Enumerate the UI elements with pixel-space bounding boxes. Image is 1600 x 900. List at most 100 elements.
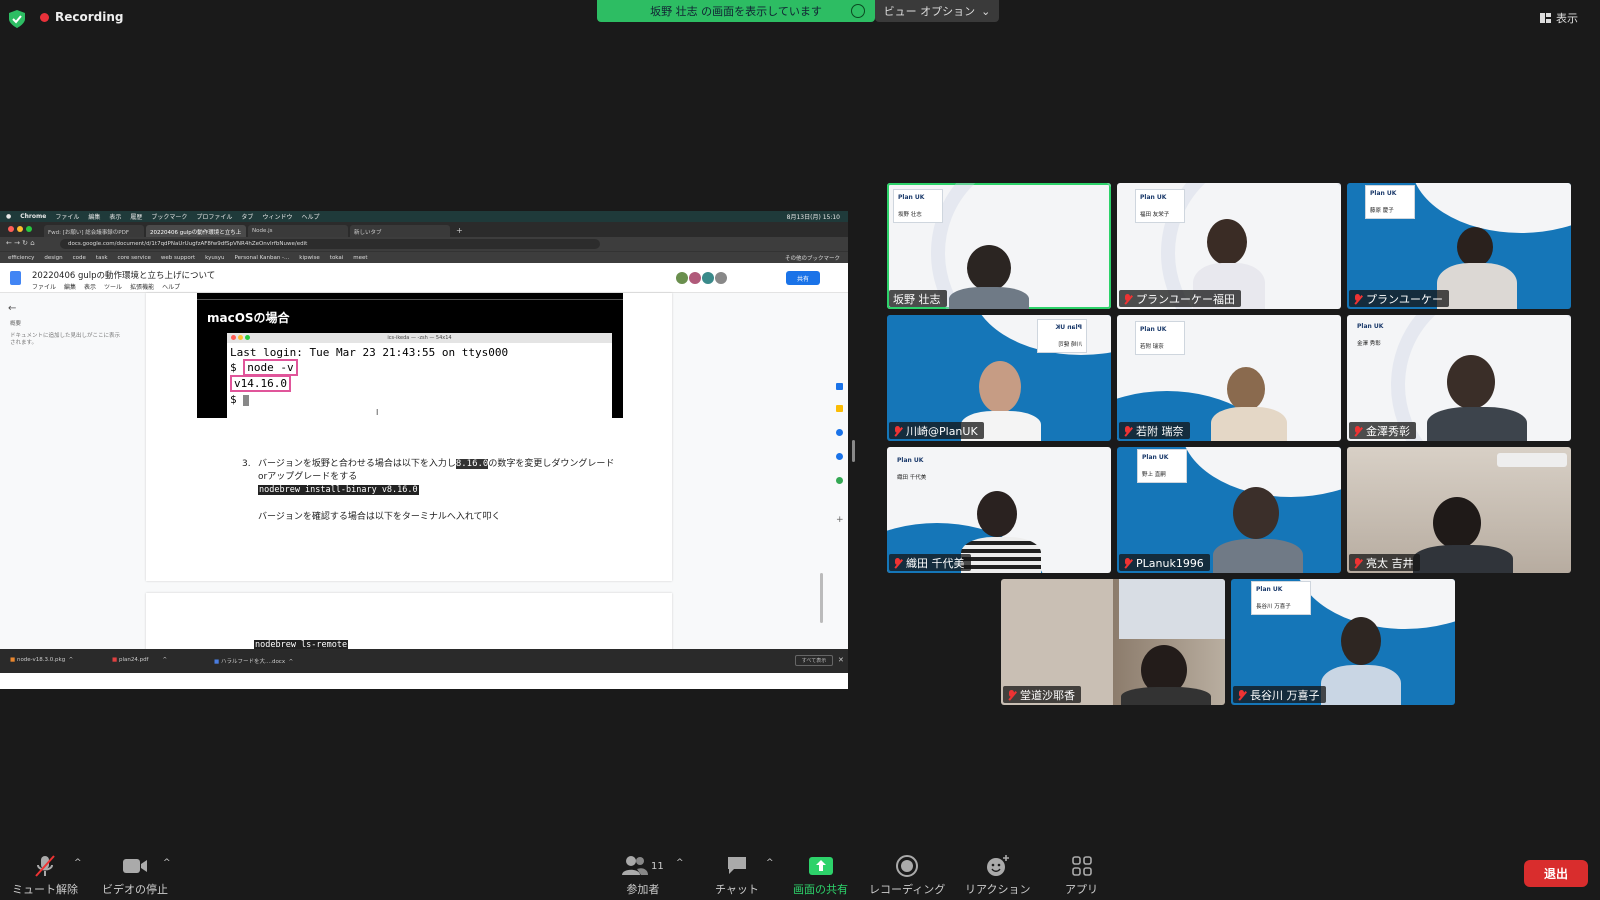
stop-video-button[interactable]: ビデオの停止 (102, 854, 168, 897)
docs-menu-item[interactable]: ファイル (32, 282, 56, 291)
doc-scrollbar[interactable] (820, 573, 823, 623)
resize-handle[interactable] (852, 440, 855, 462)
step-text: バージョンを坂野と合わせる場合は以下を入力し8.16.0の数字を変更しダウングレ… (258, 458, 618, 484)
terminal-zoom-icon (245, 335, 250, 340)
top-bar: Recording 坂野 壮志 の画面を表示しています ビュー オプション ⌄ … (0, 0, 1600, 34)
reactions-button[interactable]: リアクション (965, 854, 1030, 897)
participant-name: 川崎@PlanUK (906, 425, 978, 438)
muted-mic-icon (1123, 293, 1132, 305)
browser-tab[interactable]: Node.js (248, 225, 348, 237)
keep-icon[interactable] (836, 405, 843, 412)
video-tile[interactable]: 堂道沙耶香 (1001, 579, 1225, 705)
display-button[interactable]: 表示 (1540, 10, 1578, 26)
participants-button[interactable]: 11 参加者 (622, 854, 664, 897)
document-area[interactable]: ← 概要 ドキュメントに追加した見出しがここに表示されます。 macOSの場合 … (0, 293, 848, 653)
document-page[interactable]: nodebrew ls-remote (146, 593, 672, 653)
docs-menu-item[interactable]: 拡張機能 (130, 282, 154, 291)
bookmark[interactable]: Personal Kanban -... (234, 255, 289, 261)
bookmark[interactable]: design (44, 255, 62, 261)
apps-button[interactable]: アプリ (1065, 854, 1098, 897)
share-screen-label: 画面の共有 (793, 883, 848, 896)
calendar-icon[interactable] (836, 383, 843, 390)
docs-menu-item[interactable]: ツール (104, 282, 122, 291)
browser-tab[interactable]: 新しいタブ (350, 225, 450, 237)
maps-icon[interactable] (836, 477, 843, 484)
security-shield-icon[interactable] (9, 10, 25, 28)
docs-menu-item[interactable]: 編集 (64, 282, 76, 291)
recording-dot-icon (40, 12, 49, 22)
participant-body (1413, 545, 1513, 573)
doc-icon: ■ (214, 659, 220, 665)
plan-uk-logo: Plan UK (1140, 326, 1167, 333)
macos-heading: macOSの場合 (207, 311, 290, 325)
chevron-up-icon[interactable]: ^ (163, 858, 171, 868)
view-options-button[interactable]: ビュー オプション ⌄ (875, 0, 999, 22)
video-tile[interactable]: Plan UK 藤原 慶子 プランユーケー (1347, 183, 1571, 309)
shared-screen[interactable]: ● Chrome ファイル 編集 表示 履歴 ブックマーク プロファイル タブ … (0, 211, 848, 689)
video-tile[interactable]: Plan UK 金澤 秀彰 金澤秀彰 (1347, 315, 1571, 441)
browser-tab-active[interactable]: 20220406 gulpの動作環境と立ち上 (146, 225, 246, 237)
tasks-icon[interactable] (836, 429, 843, 436)
bookmark[interactable]: meet (353, 255, 367, 261)
collaborator-avatars[interactable] (676, 272, 727, 284)
video-tile[interactable]: Plan UK 野上 直嗣 PLanuk1996 (1117, 447, 1341, 573)
terminal-output: v14.16.0 (230, 375, 291, 392)
contacts-icon[interactable] (836, 453, 843, 460)
bookmark[interactable]: web support (161, 255, 195, 261)
window-minimize-icon[interactable] (17, 226, 23, 232)
mac-menu-item: 履歴 (130, 214, 143, 221)
chevron-up-icon[interactable]: ^ (766, 858, 774, 868)
close-icon[interactable]: ✕ (838, 656, 844, 664)
add-addon-icon[interactable]: + (836, 515, 844, 525)
new-tab-icon[interactable]: + (452, 226, 467, 237)
muted-mic-icon (893, 425, 902, 437)
bookmark[interactable]: kyusyu (205, 255, 224, 261)
bookmark[interactable]: kipwise (299, 255, 319, 261)
docs-share-button[interactable]: 共有 (786, 271, 820, 285)
video-tile[interactable]: Plan UK 織田 千代美 織田 千代美 (887, 447, 1111, 573)
browser-tab[interactable]: Fwd: [お願い] 総会議事録のPDF (44, 225, 144, 237)
unmute-button[interactable]: ミュート解除 (12, 854, 78, 897)
display-label: 表示 (1556, 12, 1578, 25)
other-bookmarks[interactable]: その他のブックマーク (785, 254, 848, 262)
show-all-button[interactable]: すべて表示 (795, 655, 833, 666)
name-label: 金澤秀彰 (1349, 422, 1416, 439)
chevron-up-icon[interactable]: ^ (676, 858, 684, 868)
video-tile[interactable]: Plan UK 福田 友栄子 プランユーケー福田 (1117, 183, 1341, 309)
document-title[interactable]: 20220406 gulpの動作環境と立ち上げについて (32, 269, 215, 281)
install-command[interactable]: nodebrew install-binary v8.16.0 (258, 485, 419, 495)
window-close-icon[interactable] (8, 226, 14, 232)
download-item[interactable]: ■ ハラルフードを大....docx ^ (214, 657, 293, 665)
nav-arrows-icon[interactable]: ← → ↻ ⌂ (6, 239, 35, 247)
chevron-up-icon[interactable]: ^ (74, 858, 82, 868)
bookmark[interactable]: code (73, 255, 86, 261)
participant-name: 織田 千代美 (906, 557, 965, 570)
video-tile[interactable]: Plan UK 川崎 健司 川崎@PlanUK (887, 315, 1111, 441)
mac-menu-item: ブックマーク (151, 214, 188, 221)
chat-button[interactable]: チャット (715, 854, 759, 897)
video-tile[interactable]: 亮太 吉井 (1347, 447, 1571, 573)
download-item[interactable]: ■ plan24.pdf ^ (112, 657, 167, 663)
docs-menu-item[interactable]: 表示 (84, 282, 96, 291)
share-screen-button[interactable]: 画面の共有 (793, 854, 848, 897)
video-tile[interactable]: Plan UK 坂野 壮志 坂野 壮志 (887, 183, 1111, 309)
window-zoom-icon[interactable] (26, 226, 32, 232)
bookmark[interactable]: tokai (330, 255, 344, 261)
browser-tab-bar: Fwd: [お願い] 総会議事録のPDF 20220406 gulpの動作環境と… (0, 222, 848, 237)
docs-menu-item[interactable]: ヘルプ (162, 282, 180, 291)
recording-button[interactable]: レコーディング (869, 854, 945, 897)
document-page[interactable]: macOSの場合 ics-ikeda — -zsh — 54x14 Last l… (146, 293, 672, 581)
url-field[interactable]: docs.google.com/document/d/1t7qdPNaUrUug… (60, 239, 600, 249)
recording-indicator[interactable]: Recording (40, 10, 124, 24)
download-item[interactable]: ■ node-v18.3.0.pkg ^ (10, 657, 73, 663)
back-arrow-icon[interactable]: ← (8, 303, 16, 314)
video-tile[interactable]: Plan UK 長谷川 万喜子 長谷川 万喜子 (1231, 579, 1455, 705)
bookmark[interactable]: efficiency (8, 255, 34, 261)
docs-logo-icon[interactable] (10, 271, 21, 285)
leave-button[interactable]: 退出 (1524, 860, 1588, 887)
bookmark[interactable]: task (96, 255, 108, 261)
bookmark[interactable]: core service (118, 255, 151, 261)
video-tile[interactable]: Plan UK 若附 瑞奈 若附 瑞奈 (1117, 315, 1341, 441)
step-number: 3. (242, 459, 251, 469)
stop-view-icon[interactable] (851, 4, 865, 18)
